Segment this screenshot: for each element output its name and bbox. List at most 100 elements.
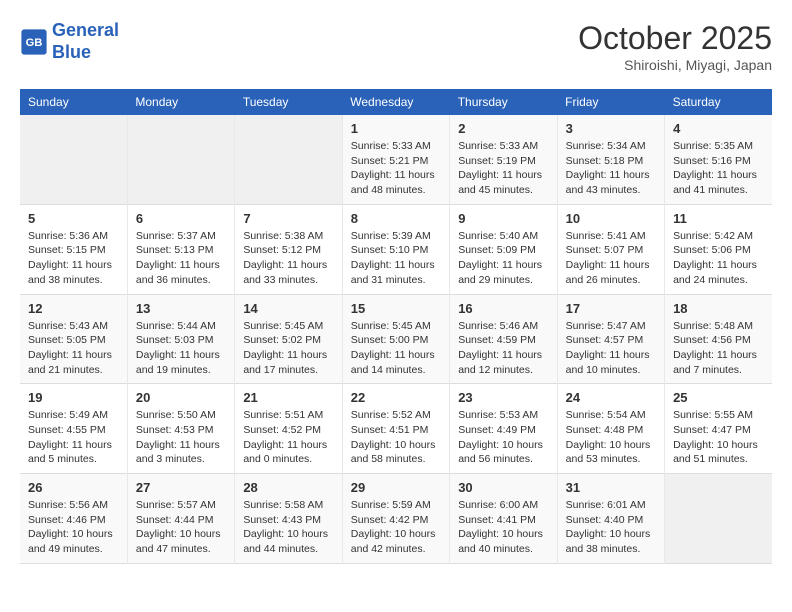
day-info: Sunrise: 6:01 AMSunset: 4:40 PMDaylight:… [566,498,656,557]
day-info: Sunrise: 5:37 AMSunset: 5:13 PMDaylight:… [136,229,226,288]
day-number: 5 [28,211,119,226]
calendar-cell: 28 Sunrise: 5:58 AMSunset: 4:43 PMDayligh… [235,474,342,564]
day-number: 22 [351,390,441,405]
calendar-cell: 20 Sunrise: 5:50 AMSunset: 4:53 PMDayligh… [127,384,234,474]
day-info: Sunrise: 5:48 AMSunset: 4:56 PMDaylight:… [673,319,764,378]
calendar-cell [235,115,342,204]
day-number: 19 [28,390,119,405]
day-number: 30 [458,480,548,495]
calendar-cell: 31 Sunrise: 6:01 AMSunset: 4:40 PMDayligh… [557,474,664,564]
day-info: Sunrise: 5:47 AMSunset: 4:57 PMDaylight:… [566,319,656,378]
calendar-table: SundayMondayTuesdayWednesdayThursdayFrid… [20,89,772,564]
day-info: Sunrise: 5:51 AMSunset: 4:52 PMDaylight:… [243,408,333,467]
day-info: Sunrise: 5:41 AMSunset: 5:07 PMDaylight:… [566,229,656,288]
day-number: 1 [351,121,441,136]
calendar-cell: 30 Sunrise: 6:00 AMSunset: 4:41 PMDayligh… [450,474,557,564]
day-number: 13 [136,301,226,316]
day-number: 10 [566,211,656,226]
day-info: Sunrise: 5:58 AMSunset: 4:43 PMDaylight:… [243,498,333,557]
calendar-cell: 2Sunrise: 5:33 AMSunset: 5:19 PMDaylight… [450,115,557,204]
day-number: 26 [28,480,119,495]
day-info: Sunrise: 5:49 AMSunset: 4:55 PMDaylight:… [28,408,119,467]
weekday-header: Monday [127,89,234,115]
day-number: 28 [243,480,333,495]
calendar-cell: 9 Sunrise: 5:40 AMSunset: 5:09 PMDaylight… [450,204,557,294]
day-number: 8 [351,211,441,226]
calendar-cell: 4Sunrise: 5:35 AMSunset: 5:16 PMDaylight… [665,115,772,204]
day-number: 4 [673,121,764,136]
weekday-header-row: SundayMondayTuesdayWednesdayThursdayFrid… [20,89,772,115]
day-info: Sunrise: 5:43 AMSunset: 5:05 PMDaylight:… [28,319,119,378]
day-info: Sunrise: 5:52 AMSunset: 4:51 PMDaylight:… [351,408,441,467]
logo-icon: GB [20,28,48,56]
day-number: 9 [458,211,548,226]
calendar-week-row: 26 Sunrise: 5:56 AMSunset: 4:46 PMDayligh… [20,474,772,564]
day-info: Sunrise: 5:55 AMSunset: 4:47 PMDaylight:… [673,408,764,467]
day-number: 24 [566,390,656,405]
calendar-cell: 15 Sunrise: 5:45 AMSunset: 5:00 PMDayligh… [342,294,449,384]
calendar-cell [127,115,234,204]
day-number: 20 [136,390,226,405]
logo-line1: General [52,20,119,40]
title-area: October 2025 Shiroishi, Miyagi, Japan [578,20,772,73]
weekday-header: Wednesday [342,89,449,115]
day-number: 2 [458,121,548,136]
day-number: 23 [458,390,548,405]
day-number: 31 [566,480,656,495]
weekday-header: Saturday [665,89,772,115]
day-number: 3 [566,121,656,136]
day-info: Sunrise: 5:38 AMSunset: 5:12 PMDaylight:… [243,229,333,288]
calendar-cell: 21 Sunrise: 5:51 AMSunset: 4:52 PMDayligh… [235,384,342,474]
calendar-cell: 18 Sunrise: 5:48 AMSunset: 4:56 PMDayligh… [665,294,772,384]
calendar-cell: 10 Sunrise: 5:41 AMSunset: 5:07 PMDayligh… [557,204,664,294]
day-number: 14 [243,301,333,316]
day-info: Sunrise: 5:53 AMSunset: 4:49 PMDaylight:… [458,408,548,467]
page-header: GB General Blue October 2025 Shiroishi, … [20,20,772,73]
day-info: Sunrise: 5:36 AMSunset: 5:15 PMDaylight:… [28,229,119,288]
calendar-cell: 23 Sunrise: 5:53 AMSunset: 4:49 PMDayligh… [450,384,557,474]
day-info: Sunrise: 6:00 AMSunset: 4:41 PMDaylight:… [458,498,548,557]
day-number: 29 [351,480,441,495]
day-number: 11 [673,211,764,226]
calendar-cell: 7 Sunrise: 5:38 AMSunset: 5:12 PMDaylight… [235,204,342,294]
day-info: Sunrise: 5:39 AMSunset: 5:10 PMDaylight:… [351,229,441,288]
calendar-cell: 3Sunrise: 5:34 AMSunset: 5:18 PMDaylight… [557,115,664,204]
calendar-cell: 11 Sunrise: 5:42 AMSunset: 5:06 PMDayligh… [665,204,772,294]
day-info: Sunrise: 5:50 AMSunset: 4:53 PMDaylight:… [136,408,226,467]
calendar-cell: 5 Sunrise: 5:36 AMSunset: 5:15 PMDaylight… [20,204,127,294]
day-info: Sunrise: 5:45 AMSunset: 5:00 PMDaylight:… [351,319,441,378]
calendar-cell: 16Sunrise: 5:46 AMSunset: 4:59 PMDayligh… [450,294,557,384]
day-number: 21 [243,390,333,405]
day-number: 7 [243,211,333,226]
day-info: Sunrise: 5:45 AMSunset: 5:02 PMDaylight:… [243,319,333,378]
calendar-cell: 1 Sunrise: 5:33 AMSunset: 5:21 PMDaylight… [342,115,449,204]
calendar-cell: 29Sunrise: 5:59 AMSunset: 4:42 PMDayligh… [342,474,449,564]
day-number: 16 [458,301,548,316]
calendar-cell: 14 Sunrise: 5:45 AMSunset: 5:02 PMDayligh… [235,294,342,384]
day-number: 6 [136,211,226,226]
svg-text:GB: GB [26,37,43,49]
day-info: Sunrise: 5:54 AMSunset: 4:48 PMDaylight:… [566,408,656,467]
calendar-cell: 24 Sunrise: 5:54 AMSunset: 4:48 PMDayligh… [557,384,664,474]
logo: GB General Blue [20,20,119,63]
logo-line2: Blue [52,42,119,64]
calendar-cell [20,115,127,204]
day-info: Sunrise: 5:57 AMSunset: 4:44 PMDaylight:… [136,498,226,557]
calendar-cell: 17 Sunrise: 5:47 AMSunset: 4:57 PMDayligh… [557,294,664,384]
calendar-cell: 12Sunrise: 5:43 AMSunset: 5:05 PMDayligh… [20,294,127,384]
day-info: Sunrise: 5:44 AMSunset: 5:03 PMDaylight:… [136,319,226,378]
day-number: 18 [673,301,764,316]
day-info: Sunrise: 5:40 AMSunset: 5:09 PMDaylight:… [458,229,548,288]
calendar-cell: 26 Sunrise: 5:56 AMSunset: 4:46 PMDayligh… [20,474,127,564]
day-number: 15 [351,301,441,316]
calendar-cell: 27Sunrise: 5:57 AMSunset: 4:44 PMDayligh… [127,474,234,564]
weekday-header: Sunday [20,89,127,115]
calendar-cell: 8 Sunrise: 5:39 AMSunset: 5:10 PMDaylight… [342,204,449,294]
day-number: 17 [566,301,656,316]
day-info: Sunrise: 5:56 AMSunset: 4:46 PMDaylight:… [28,498,119,557]
weekday-header: Friday [557,89,664,115]
month-title: October 2025 [578,20,772,57]
day-info: Sunrise: 5:33 AMSunset: 5:21 PMDaylight:… [351,139,441,198]
location: Shiroishi, Miyagi, Japan [578,57,772,73]
day-info: Sunrise: 5:42 AMSunset: 5:06 PMDaylight:… [673,229,764,288]
